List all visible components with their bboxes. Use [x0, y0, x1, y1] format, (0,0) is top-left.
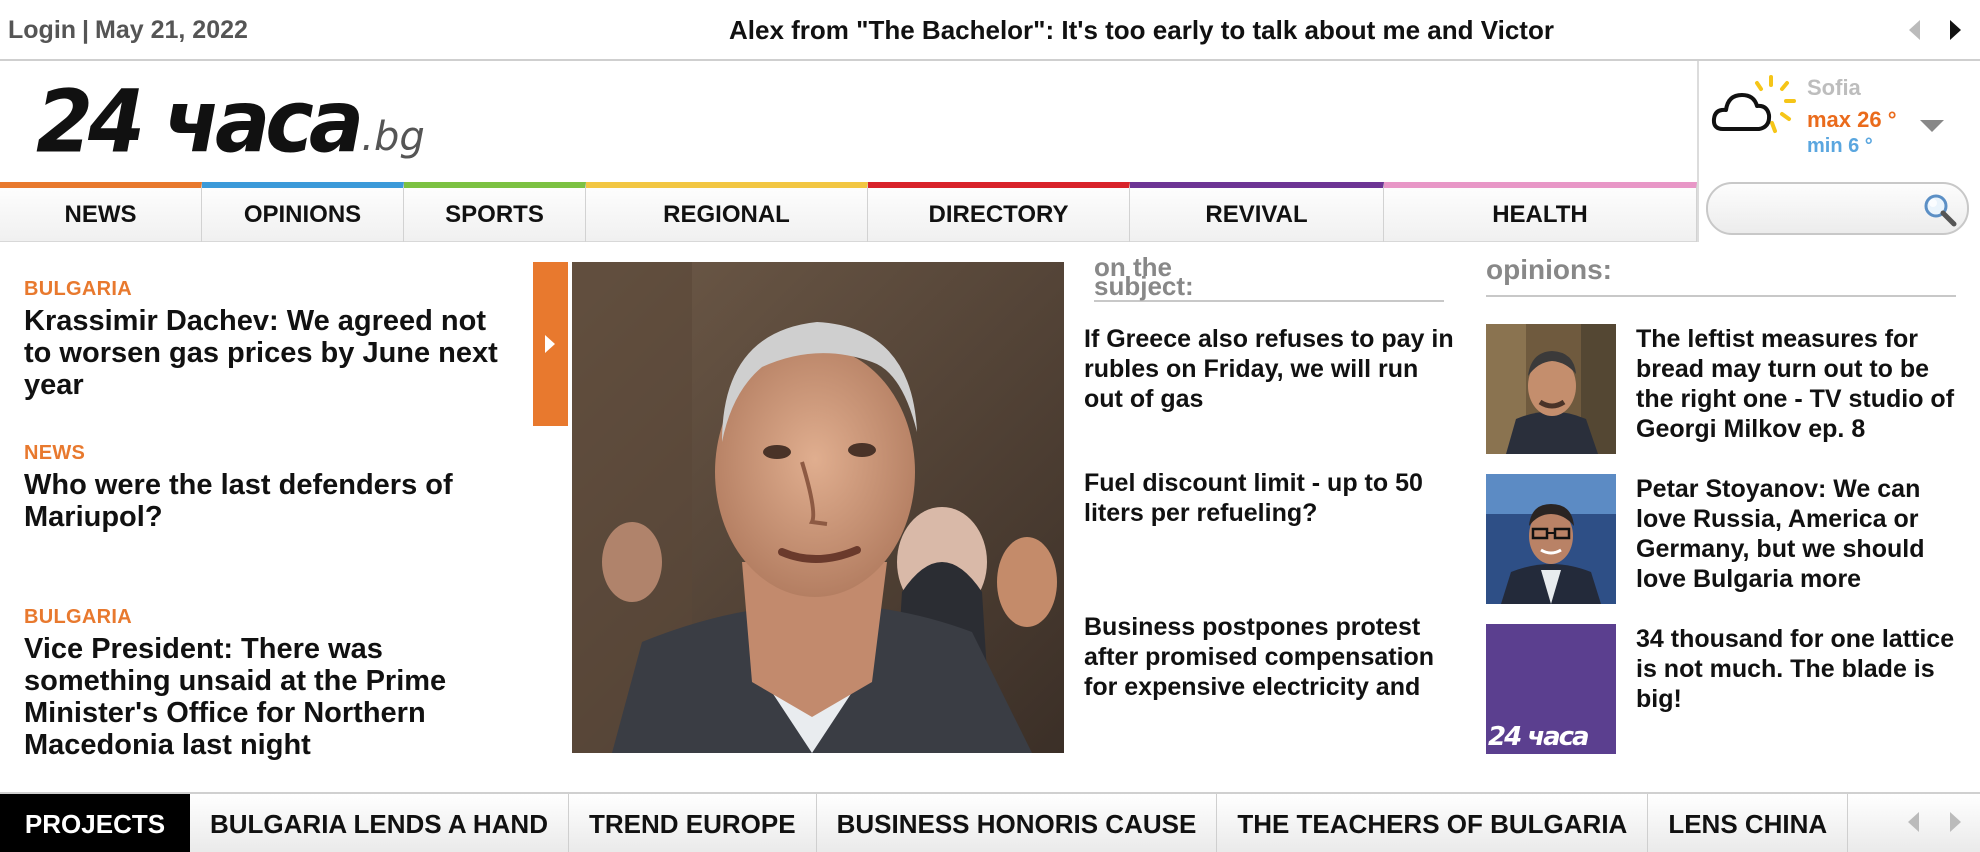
nav-item-directory[interactable]: DIRECTORY — [868, 182, 1130, 242]
news-ticker[interactable]: Alex from "The Bachelor": It's too early… — [729, 15, 1554, 46]
opinion-photo — [1486, 474, 1616, 604]
project-link[interactable]: THE TEACHERS OF BULGARIA — [1217, 794, 1649, 852]
story-item[interactable]: BULGARIA Krassimir Dachev: We agreed not… — [24, 278, 514, 401]
projects-next-icon[interactable] — [1950, 812, 1961, 832]
nav-item-revival[interactable]: REVIVAL — [1130, 182, 1384, 242]
opinion-photo — [1486, 324, 1616, 454]
story-headline[interactable]: Krassimir Dachev: We agreed not to worse… — [24, 305, 514, 401]
search-input[interactable] — [1724, 194, 1904, 224]
login-link[interactable]: Login — [8, 16, 76, 44]
site-logo[interactable]: 24 часа.bg — [36, 72, 425, 175]
subject-link[interactable]: Fuel discount limit - up to 50 liters pe… — [1084, 468, 1454, 528]
subject-link[interactable]: If Greece also refuses to pay in rubles … — [1084, 324, 1454, 414]
weather-dropdown-icon[interactable] — [1920, 120, 1944, 132]
main-nav: NEWS OPINIONS SPORTS REGIONAL DIRECTORY … — [0, 182, 1697, 242]
nav-label: REVIVAL — [1205, 201, 1308, 228]
project-link[interactable]: BUSINESS HONORIS CAUSE — [817, 794, 1218, 852]
play-arrow-icon — [545, 335, 555, 353]
story-category[interactable]: NEWS — [24, 442, 514, 465]
story-headline[interactable]: Who were the last defenders of Mariupol? — [24, 469, 514, 533]
weather-max: max 26 ° — [1807, 107, 1897, 132]
featured-photo-image — [572, 262, 1064, 753]
nav-item-regional[interactable]: REGIONAL — [586, 182, 868, 242]
logo-tld: .bg — [361, 114, 425, 160]
subject-link[interactable]: Business postpones protest after promise… — [1084, 612, 1454, 732]
nav-item-health[interactable]: HEALTH — [1384, 182, 1697, 242]
search-icon[interactable] — [1921, 192, 1959, 228]
project-link[interactable]: TREND EUROPE — [569, 794, 817, 852]
nav-label: HEALTH — [1492, 201, 1588, 228]
ticker-next-icon[interactable] — [1950, 20, 1961, 40]
nav-item-opinions[interactable]: OPINIONS — [202, 182, 404, 242]
nav-label: DIRECTORY — [928, 201, 1069, 228]
weather-city: Sofia — [1807, 75, 1861, 100]
opinion-thumbnail[interactable] — [1486, 474, 1616, 604]
opinions-heading[interactable]: opinions: — [1486, 254, 1956, 297]
story-item[interactable]: BULGARIA Vice President: There was somet… — [24, 606, 514, 761]
search-box — [1706, 182, 1969, 235]
project-link[interactable]: BULGARIA LENDS A HAND — [190, 794, 569, 852]
opinion-link[interactable]: Petar Stoyanov: We can love Russia, Amer… — [1636, 474, 1956, 594]
nav-label: SPORTS — [445, 201, 544, 228]
slider-toggle[interactable] — [533, 262, 568, 426]
story-headline[interactable]: Vice President: There was something unsa… — [24, 633, 514, 761]
nav-label: REGIONAL — [663, 201, 790, 228]
logo-text: 24 часа — [36, 72, 364, 173]
weather-widget: Sofia max 26 ° min 6 ° — [1697, 61, 1980, 242]
featured-photo[interactable] — [572, 262, 1064, 753]
partly-cloudy-icon — [1711, 75, 1796, 133]
projects-prev-icon[interactable] — [1908, 812, 1919, 832]
nav-label: OPINIONS — [243, 201, 362, 228]
on-the-subject-heading: on the subject: — [1094, 254, 1444, 302]
weather-min: min 6 ° — [1807, 135, 1873, 157]
opinion-link[interactable]: 34 thousand for one lattice is not much.… — [1636, 624, 1956, 714]
nav-item-news[interactable]: NEWS — [0, 182, 202, 242]
story-item[interactable]: NEWS Who were the last defenders of Mari… — [24, 442, 514, 533]
opinion-thumbnail[interactable] — [1486, 324, 1616, 454]
story-category[interactable]: BULGARIA — [24, 606, 514, 629]
nav-label: NEWS — [64, 201, 137, 228]
login-separator: | — [82, 16, 90, 44]
opinion-thumbnail[interactable]: 24 часа — [1486, 624, 1616, 754]
story-category[interactable]: BULGARIA — [24, 278, 514, 301]
ticker-prev-icon[interactable] — [1909, 20, 1920, 40]
project-link[interactable]: LENS CHINA — [1648, 794, 1849, 852]
subject-title-line: subject: — [1094, 271, 1194, 301]
top-bar: Login | May 21, 2022 Alex from "The Bachel… — [0, 0, 1980, 61]
projects-bar: PROJECTS BULGARIA LENDS A HAND TREND EUR… — [0, 792, 1980, 852]
opinion-link[interactable]: The leftist measures for bread may turn … — [1636, 324, 1956, 444]
projects-label[interactable]: PROJECTS — [0, 794, 190, 852]
nav-item-sports[interactable]: SPORTS — [404, 182, 586, 242]
login-date: Login | May 21, 2022 — [8, 16, 248, 45]
current-date: May 21, 2022 — [95, 16, 248, 44]
opinion-thumb-logo: 24 часа — [1488, 722, 1590, 752]
